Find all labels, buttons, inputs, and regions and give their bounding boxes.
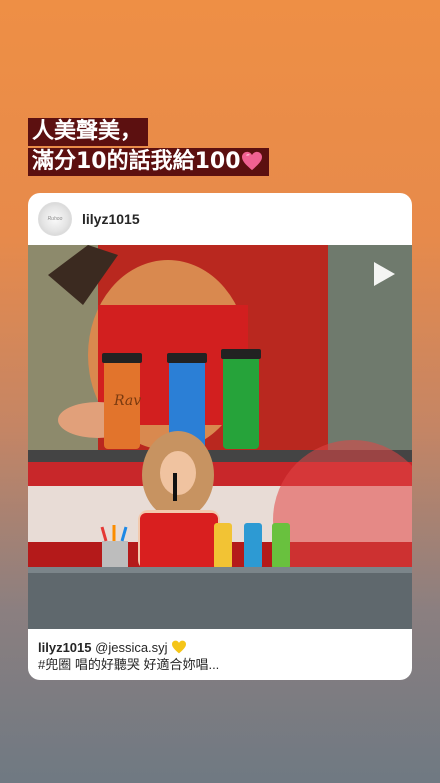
post-video[interactable]: Rav — [28, 245, 412, 629]
avatar[interactable]: Ruhoo — [38, 202, 72, 236]
yellow-heart-icon — [172, 640, 187, 654]
shared-post-card[interactable]: Ruhoo lilyz1015 Rav lilyz1015 @jessica.s… — [28, 193, 412, 680]
caption-text: #兜圈 唱的好聽哭 好適合妳唱... — [38, 657, 220, 672]
play-icon[interactable] — [372, 261, 396, 287]
caption-username[interactable]: lilyz1015 — [38, 640, 92, 655]
svg-text:Rav: Rav — [113, 393, 141, 409]
caption-line-2-text: 滿分10的話我給100 — [32, 149, 241, 174]
post-username[interactable]: lilyz1015 — [82, 211, 140, 227]
video-frame: Rav — [28, 245, 412, 629]
post-caption: lilyz1015 @jessica.syj #兜圈 唱的好聽哭 好適合妳唱..… — [28, 629, 412, 673]
mention-link[interactable]: @jessica.syj — [95, 640, 167, 655]
pink-heart-icon — [241, 151, 262, 171]
caption-line-1: 人美聲美， — [28, 118, 149, 146]
story-caption: 人美聲美， 滿分10的話我給100 — [28, 118, 269, 178]
post-header: Ruhoo lilyz1015 — [28, 193, 412, 245]
caption-line-2: 滿分10的話我給100 — [28, 148, 269, 176]
